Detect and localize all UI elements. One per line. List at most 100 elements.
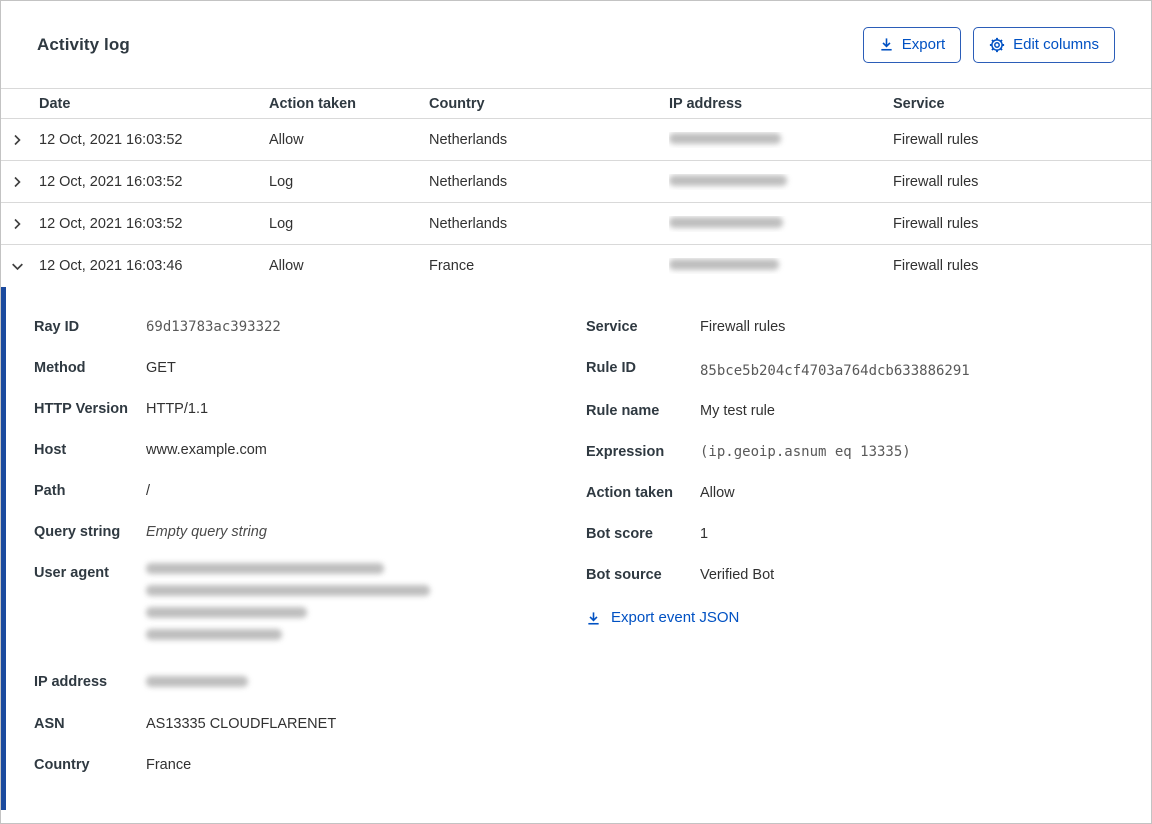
activity-log-page: { "page": { "title": "Activity log" }, "… <box>0 0 1152 824</box>
chevron-right-icon[interactable] <box>1 217 39 231</box>
row-country: Netherlands <box>429 173 508 190</box>
event-details-panel: Ray ID 69d13783ac393322 Method GET HTTP … <box>1 287 1151 810</box>
gear-icon <box>989 37 1005 53</box>
ip-address-redacted <box>146 672 248 693</box>
row-ip-redacted <box>669 174 893 190</box>
detail-row: Method GET <box>34 358 586 378</box>
detail-label: Rule name <box>586 403 660 419</box>
row-action: Log <box>269 173 294 190</box>
query-string-value: Empty query string <box>146 524 267 540</box>
chevron-right-icon[interactable] <box>1 133 39 147</box>
service-value: Firewall rules <box>700 319 786 335</box>
edit-columns-button-label: Edit columns <box>1013 36 1099 53</box>
detail-row: Query string Empty query string <box>34 522 586 542</box>
row-action: Allow <box>269 131 304 148</box>
export-button-label: Export <box>901 36 946 53</box>
export-event-json-link[interactable]: Export event JSON <box>586 608 739 628</box>
edit-columns-button[interactable]: Edit columns <box>973 26 1115 63</box>
column-header-ip-address: IP address <box>669 95 743 112</box>
detail-row: Rule ID 85bce5b204cf4703a764dcb633886291 <box>586 358 1151 384</box>
table-header: Date Action taken Country IP address Ser… <box>1 88 1151 119</box>
detail-row: Rule name My test rule <box>586 401 1151 421</box>
detail-label: Service <box>586 319 638 335</box>
row-ip-redacted <box>669 258 893 274</box>
row-country: France <box>429 258 475 274</box>
detail-row: Bot score 1 <box>586 524 1151 544</box>
row-action: Log <box>269 215 294 232</box>
detail-label: ASN <box>34 716 65 732</box>
detail-row: IP address <box>34 672 586 693</box>
method-value: GET <box>146 360 176 376</box>
asn-value: AS13335 CLOUDFLARENET <box>146 716 337 732</box>
detail-label: IP address <box>34 674 108 690</box>
topbar: Activity log Export Edit columns <box>1 1 1151 88</box>
detail-row: Expression (ip.geoip.asnum eq 13335) <box>586 442 1151 462</box>
export-button[interactable]: Export <box>862 26 962 63</box>
detail-label: HTTP Version <box>34 401 129 417</box>
detail-label: Action taken <box>586 485 674 501</box>
rule-id-value: 85bce5b204cf4703a764dcb633886291 <box>700 363 970 379</box>
row-service: Firewall rules <box>893 173 979 190</box>
detail-label: Query string <box>34 524 121 540</box>
detail-row: Action taken Allow <box>586 483 1151 503</box>
detail-label: Country <box>34 757 90 773</box>
detail-row: Country France <box>34 755 586 775</box>
host-value: www.example.com <box>146 442 267 458</box>
row-date: 12 Oct, 2021 16:03:52 <box>39 173 183 190</box>
export-event-json-label: Export event JSON <box>611 609 740 626</box>
table-row[interactable]: 12 Oct, 2021 16:03:52 Log Netherlands Fi… <box>1 161 1151 203</box>
detail-label: Path <box>34 483 66 499</box>
bot-source-value: Verified Bot <box>700 567 775 583</box>
details-right-column: Service Firewall rules Rule ID 85bce5b20… <box>586 317 1151 810</box>
detail-label: Host <box>34 442 67 458</box>
detail-label: User agent <box>34 565 109 581</box>
detail-row: Ray ID 69d13783ac393322 <box>34 317 586 337</box>
row-country: Netherlands <box>429 215 508 232</box>
table-row-expanded[interactable]: 12 Oct, 2021 16:03:46 Allow France Firew… <box>1 245 1151 287</box>
detail-row: User agent <box>34 563 586 651</box>
detail-row: Host www.example.com <box>34 440 586 460</box>
detail-row: Bot source Verified Bot <box>586 565 1151 585</box>
detail-label: Expression <box>586 444 665 460</box>
row-date: 12 Oct, 2021 16:03:46 <box>39 258 183 274</box>
detail-row: Path / <box>34 481 586 501</box>
download-icon <box>586 611 601 626</box>
path-value: / <box>146 483 151 499</box>
row-service: Firewall rules <box>893 215 979 232</box>
detail-label: Rule ID <box>586 360 636 376</box>
detail-row: HTTP Version HTTP/1.1 <box>34 399 586 419</box>
column-header-service: Service <box>893 95 945 112</box>
row-action: Allow <box>269 258 304 274</box>
column-header-date: Date <box>39 95 71 112</box>
row-ip-redacted <box>669 132 893 148</box>
chevron-down-icon[interactable] <box>1 259 39 274</box>
detail-row: Service Firewall rules <box>586 317 1151 337</box>
ray-id-value: 69d13783ac393322 <box>146 319 281 335</box>
user-agent-redacted <box>146 563 430 651</box>
action-taken-value: Allow <box>700 485 735 501</box>
http-version-value: HTTP/1.1 <box>146 401 209 417</box>
column-header-country: Country <box>429 95 485 112</box>
expression-value: (ip.geoip.asnum eq 13335) <box>700 444 911 460</box>
row-date: 12 Oct, 2021 16:03:52 <box>39 131 183 148</box>
row-service: Firewall rules <box>893 131 979 148</box>
page-title: Activity log <box>37 34 130 54</box>
rule-name-value: My test rule <box>700 403 775 419</box>
detail-label: Ray ID <box>34 319 80 335</box>
detail-row: ASN AS13335 CLOUDFLARENET <box>34 714 586 734</box>
table-row[interactable]: 12 Oct, 2021 16:03:52 Allow Netherlands … <box>1 119 1151 161</box>
row-ip-redacted <box>669 216 893 232</box>
chevron-right-icon[interactable] <box>1 175 39 189</box>
toolbar-actions: Export Edit columns <box>862 26 1115 63</box>
row-date: 12 Oct, 2021 16:03:52 <box>39 215 183 232</box>
row-service: Firewall rules <box>893 258 979 274</box>
country-value: France <box>146 757 192 773</box>
column-header-action-taken: Action taken <box>269 95 357 112</box>
details-left-column: Ray ID 69d13783ac393322 Method GET HTTP … <box>34 317 586 810</box>
row-country: Netherlands <box>429 131 508 148</box>
detail-label: Method <box>34 360 86 376</box>
table-row[interactable]: 12 Oct, 2021 16:03:52 Log Netherlands Fi… <box>1 203 1151 245</box>
bot-score-value: 1 <box>700 526 709 542</box>
detail-label: Bot score <box>586 526 653 542</box>
detail-label: Bot source <box>586 567 662 583</box>
